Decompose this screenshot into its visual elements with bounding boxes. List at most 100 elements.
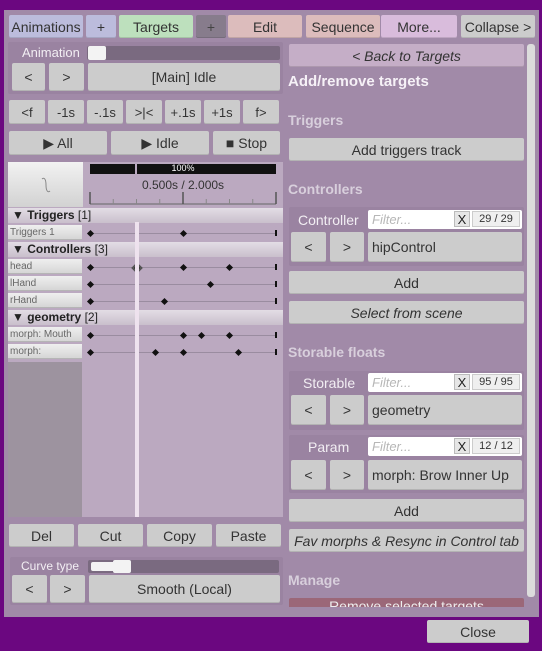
keyframe-end-marker[interactable]: [275, 349, 277, 355]
play-idle-button[interactable]: ▶ Idle: [111, 131, 209, 155]
keyframe-end-marker[interactable]: [275, 281, 277, 287]
play-all-button[interactable]: ▶ All: [9, 131, 107, 155]
track-label[interactable]: head: [8, 259, 82, 274]
track-label[interactable]: morph: Mouth: [8, 327, 82, 342]
step-button-0[interactable]: <f: [9, 100, 45, 124]
track-group-header[interactable]: ▼ Triggers [1]: [8, 208, 283, 223]
keyframe-end-marker[interactable]: [275, 332, 277, 338]
curve-type-next-button[interactable]: >: [50, 575, 85, 603]
controller-filter-input[interactable]: Filter... X 29 / 29: [368, 210, 522, 229]
param-filter-clear-button[interactable]: X: [454, 438, 470, 454]
tab-edit[interactable]: Edit: [228, 15, 302, 38]
keyframe-end-marker[interactable]: [275, 264, 277, 270]
scrollbar-thumb[interactable]: [527, 44, 535, 597]
controllers-section-title: Controllers: [288, 181, 363, 197]
tab-animations[interactable]: Animations: [9, 15, 83, 38]
param-next-button[interactable]: >: [330, 460, 364, 490]
track-group-header[interactable]: ▼ geometry [2]: [8, 310, 283, 325]
del-button[interactable]: Del: [9, 524, 74, 547]
step-button-4[interactable]: +.1s: [165, 100, 201, 124]
track-label[interactable]: Triggers 1: [8, 225, 82, 240]
manage-section-title: Manage: [288, 572, 341, 588]
storable-select[interactable]: geometry: [368, 395, 522, 425]
curve-type-prev-button[interactable]: <: [12, 575, 47, 603]
add-triggers-track-button[interactable]: Add triggers track: [289, 138, 524, 161]
keyframe-end-marker[interactable]: [275, 230, 277, 236]
close-button[interactable]: Close: [427, 620, 529, 643]
storable-label: Storable: [303, 375, 356, 391]
param-select[interactable]: morph: Brow Inner Up: [368, 460, 522, 490]
controller-filter-placeholder: Filter...: [372, 212, 412, 227]
triggers-section-title: Triggers: [288, 112, 344, 128]
playhead[interactable]: [135, 222, 139, 517]
track-group-count: [1]: [77, 208, 92, 222]
add-param-button[interactable]: Add: [289, 499, 524, 522]
tab-more[interactable]: More...: [381, 15, 457, 38]
animation-next-button[interactable]: >: [49, 63, 84, 91]
animation-prev-button[interactable]: <: [12, 63, 45, 91]
track-group-count: [3]: [94, 242, 108, 256]
param-label: Param: [308, 439, 350, 455]
storable-filter-placeholder: Filter...: [372, 375, 412, 390]
track-group-count: [2]: [84, 310, 98, 324]
timeline-ruler[interactable]: [88, 188, 280, 206]
tab-add-3[interactable]: +: [196, 15, 226, 38]
track-label[interactable]: lHand: [8, 276, 82, 291]
step-button-6[interactable]: f>: [243, 100, 279, 124]
keyframe-end-marker[interactable]: [275, 298, 277, 304]
select-from-scene-button[interactable]: Select from scene: [289, 301, 524, 324]
track-group-name: ▼ geometry: [12, 310, 82, 324]
track-group-name: ▼ Triggers: [12, 208, 75, 222]
storable-prev-button[interactable]: <: [291, 395, 326, 425]
controller-select[interactable]: hipControl: [368, 232, 522, 262]
tab-sequence[interactable]: Sequence: [306, 15, 380, 38]
curve-icon: [41, 177, 50, 192]
animation-select[interactable]: [Main] Idle: [88, 63, 280, 91]
track-group-header[interactable]: ▼ Controllers [3]: [8, 242, 283, 257]
controller-label: Controller: [298, 212, 359, 228]
copy-button[interactable]: Copy: [147, 524, 212, 547]
tab-collapse[interactable]: Collapse >: [461, 15, 535, 38]
curve-toggle-button[interactable]: [8, 162, 83, 207]
back-to-targets-label: < Back to Targets: [352, 47, 461, 64]
timeline-zoom-percent: 100%: [171, 163, 195, 173]
storable-floats-section-title: Storable floats: [288, 344, 386, 360]
controller-count: 29 / 29: [472, 211, 520, 227]
cut-button[interactable]: Cut: [78, 524, 143, 547]
storable-count: 95 / 95: [472, 374, 520, 390]
tab-targets[interactable]: Targets: [119, 15, 193, 38]
paste-button[interactable]: Paste: [216, 524, 281, 547]
track-label[interactable]: rHand: [8, 293, 82, 308]
step-button-3[interactable]: >|<: [126, 100, 162, 124]
page-title: Add/remove targets: [288, 73, 429, 90]
controller-prev-button[interactable]: <: [291, 232, 326, 262]
param-filter-placeholder: Filter...: [372, 439, 412, 454]
animation-slider[interactable]: [87, 46, 280, 60]
track-label[interactable]: morph:: [8, 344, 82, 359]
controller-next-button[interactable]: >: [330, 232, 364, 262]
add-controller-button[interactable]: Add: [289, 271, 524, 294]
track-timeline[interactable]: [90, 284, 276, 285]
step-button-2[interactable]: -.1s: [87, 100, 123, 124]
animation-slider-thumb[interactable]: [88, 46, 106, 60]
track-timeline[interactable]: [90, 301, 276, 302]
stop-button[interactable]: ■ Stop: [213, 131, 280, 155]
param-prev-button[interactable]: <: [291, 460, 326, 490]
param-count: 12 / 12: [472, 438, 520, 454]
dopesheet-label-column: [8, 362, 82, 517]
curve-type-label: Curve type: [21, 559, 80, 573]
step-button-1[interactable]: -1s: [48, 100, 84, 124]
step-button-5[interactable]: +1s: [204, 100, 240, 124]
controller-filter-clear-button[interactable]: X: [454, 211, 470, 227]
storable-filter-input[interactable]: Filter... X 95 / 95: [368, 373, 522, 392]
track-group-name: ▼ Controllers: [12, 242, 92, 256]
back-to-targets-button[interactable]: < Back to Targets: [289, 44, 524, 67]
tab-add-1[interactable]: +: [86, 15, 116, 38]
curve-type-slider-thumb[interactable]: [113, 560, 131, 573]
storable-filter-clear-button[interactable]: X: [454, 374, 470, 390]
curve-type-select[interactable]: Smooth (Local): [89, 575, 280, 603]
storable-next-button[interactable]: >: [330, 395, 364, 425]
param-filter-input[interactable]: Filter... X 12 / 12: [368, 437, 522, 456]
fav-morphs-button[interactable]: Fav morphs & Resync in Control tab: [289, 529, 524, 552]
remove-selected-targets-button[interactable]: Remove selected targets: [289, 598, 524, 607]
